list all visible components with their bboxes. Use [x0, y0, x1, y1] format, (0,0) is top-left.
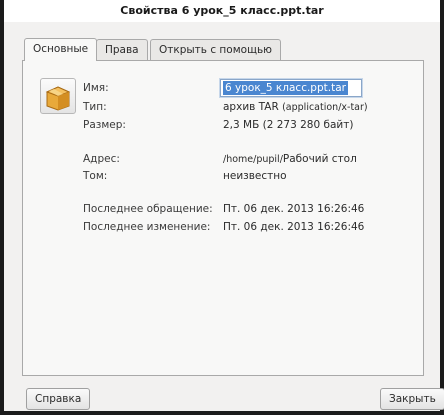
name-label: Имя:: [83, 82, 109, 94]
tab-permissions[interactable]: Права: [96, 39, 148, 60]
location-label: Адрес:: [83, 153, 120, 165]
window-title: Свойства 6 урок_5 класс.ppt.tar: [4, 0, 440, 22]
last-accessed-label: Последнее обращение:: [83, 203, 213, 215]
last-modified-value: Пт. 06 дек. 2013 16:26:46: [223, 221, 365, 233]
properties-window: Свойства 6 урок_5 класс.ppt.tar Основные…: [0, 0, 444, 415]
basic-tab-panel: Имя: 6 урок_5 класс.ppt.tar Тип: архив T…: [22, 60, 424, 376]
location-path: /home/pupil/: [223, 154, 283, 165]
help-button[interactable]: Справка: [26, 388, 91, 410]
size-label: Размер:: [83, 119, 126, 131]
tab-basic[interactable]: Основные: [24, 38, 98, 61]
size-value: 2,3 МБ (2 273 280 байт): [223, 119, 354, 131]
name-field-selected-text: 6 урок_5 класс.ppt.tar: [223, 81, 348, 95]
type-value-main: архив TAR: [223, 101, 279, 113]
package-archive-icon: [40, 78, 76, 114]
close-button[interactable]: Закрыть: [380, 388, 444, 410]
volume-value: неизвестно: [223, 170, 287, 182]
volume-label: Том:: [83, 170, 108, 182]
last-modified-label: Последнее изменение:: [83, 221, 211, 233]
last-accessed-value: Пт. 06 дек. 2013 16:26:46: [223, 203, 365, 215]
type-value: архив TAR (application/x-tar): [223, 101, 368, 113]
type-value-mime: (application/x-tar): [282, 102, 368, 113]
tab-open-with[interactable]: Открыть с помощью: [150, 39, 281, 60]
name-field[interactable]: 6 урок_5 класс.ppt.tar: [219, 78, 363, 98]
type-label: Тип:: [83, 101, 107, 113]
location-value: /home/pupil/Рабочий стол: [223, 153, 357, 165]
location-folder: Рабочий стол: [282, 153, 357, 165]
